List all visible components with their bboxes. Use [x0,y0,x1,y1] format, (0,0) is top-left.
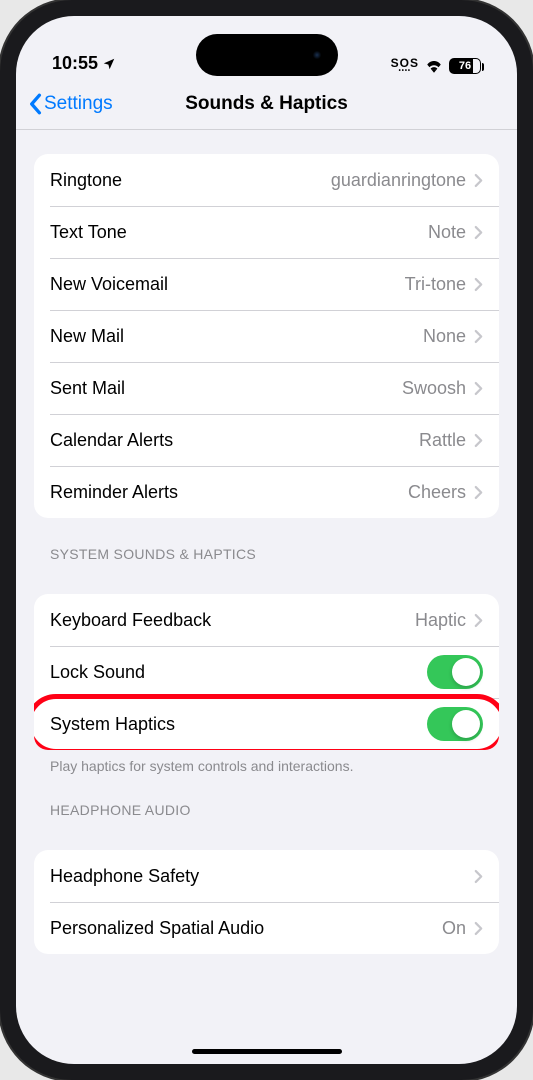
row-label: Text Tone [50,222,127,243]
row-value: Swoosh [402,378,466,399]
row-label: Calendar Alerts [50,430,173,451]
chevron-right-icon [474,613,483,628]
home-indicator[interactable] [192,1049,342,1054]
row-label: Keyboard Feedback [50,610,211,631]
row-label: Reminder Alerts [50,482,178,503]
sound-row[interactable]: New Voicemail Tri-tone [34,258,499,310]
row-value: Note [428,222,466,243]
sound-row[interactable]: Reminder Alerts Cheers [34,466,499,518]
sos-indicator: SOS •••• [391,57,419,74]
system-haptics-toggle[interactable] [427,707,483,741]
chevron-left-icon [28,93,42,115]
chevron-right-icon [474,921,483,936]
dynamic-island [196,34,338,76]
row-label: Sent Mail [50,378,125,399]
location-icon [102,57,116,71]
chevron-right-icon [474,433,483,448]
status-time: 10:55 [52,53,98,74]
spatial-audio-row[interactable]: Personalized Spatial Audio On [34,902,499,954]
system-footer: Play haptics for system controls and int… [34,750,499,774]
row-label: Personalized Spatial Audio [50,918,264,939]
row-value: Cheers [408,482,466,503]
row-value: Tri-tone [405,274,466,295]
screen: 10:55 SOS •••• 76 [16,16,517,1064]
row-value: guardianringtone [331,170,466,191]
chevron-right-icon [474,329,483,344]
content: Ringtone guardianringtone Text Tone Note New… [16,130,517,1048]
sound-row[interactable]: Ringtone guardianringtone [34,154,499,206]
keyboard-feedback-row[interactable]: Keyboard Feedback Haptic [34,594,499,646]
back-button[interactable]: Settings [28,93,113,115]
row-value: On [442,918,466,939]
chevron-right-icon [474,869,483,884]
chevron-right-icon [474,485,483,500]
row-label: New Voicemail [50,274,168,295]
sound-row[interactable]: Text Tone Note [34,206,499,258]
sound-row[interactable]: Sent Mail Swoosh [34,362,499,414]
system-group: Keyboard Feedback Haptic Lock Sound [34,594,499,750]
row-label: Ringtone [50,170,122,191]
row-label: New Mail [50,326,124,347]
sound-row[interactable]: New Mail None [34,310,499,362]
battery-indicator: 76 [449,58,481,74]
sound-row[interactable]: Calendar Alerts Rattle [34,414,499,466]
sounds-group: Ringtone guardianringtone Text Tone Note New… [34,154,499,518]
row-label: Lock Sound [50,662,145,683]
row-label: System Haptics [50,714,175,735]
nav-header: Settings Sounds & Haptics [16,78,517,130]
back-label: Settings [44,93,113,115]
chevron-right-icon [474,225,483,240]
lock-sound-row[interactable]: Lock Sound [34,646,499,698]
wifi-icon [425,59,443,73]
lock-sound-toggle[interactable] [427,655,483,689]
chevron-right-icon [474,277,483,292]
system-haptics-row[interactable]: System Haptics [34,698,499,750]
page-title: Sounds & Haptics [185,93,348,115]
row-value: None [423,326,466,347]
system-section-header: System Sounds & Haptics [34,518,499,570]
chevron-right-icon [474,381,483,396]
headphone-group: Headphone Safety Personalized Spatial Au… [34,850,499,954]
headphone-safety-row[interactable]: Headphone Safety [34,850,499,902]
row-value: Rattle [419,430,466,451]
row-label: Headphone Safety [50,866,199,887]
row-value: Haptic [415,610,466,631]
chevron-right-icon [474,173,483,188]
headphone-section-header: Headphone Audio [34,774,499,826]
phone-frame: 10:55 SOS •••• 76 [0,0,533,1080]
